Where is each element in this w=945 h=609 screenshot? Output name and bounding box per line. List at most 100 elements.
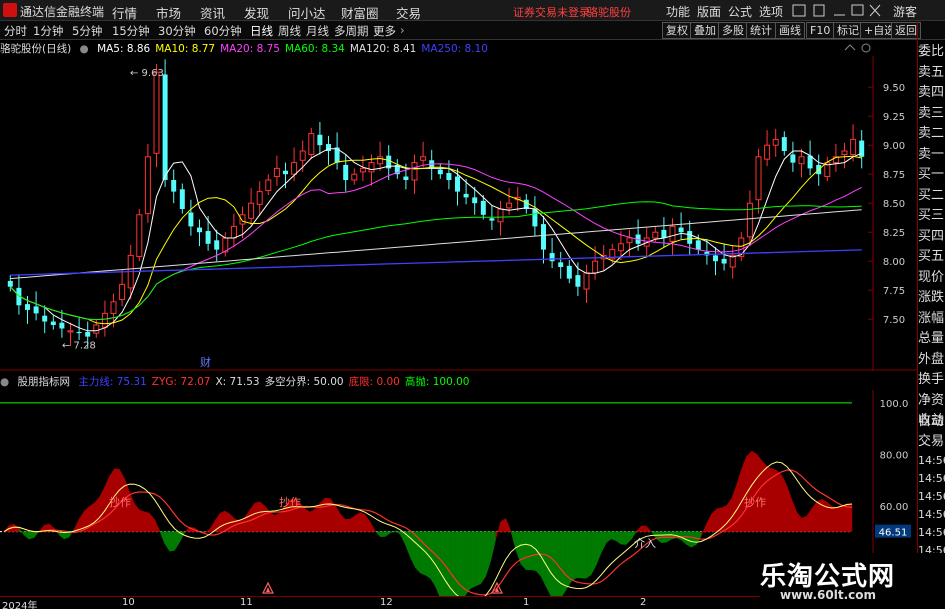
tab-15min[interactable]: 15分钟: [112, 23, 150, 39]
y-tick-label: 8.25: [883, 228, 905, 239]
quote-field-label: 换手: [918, 372, 945, 387]
btn-mark[interactable]: 标记: [833, 22, 863, 39]
oscillator-area: [269, 511, 276, 532]
maximize-icon: [851, 4, 864, 16]
candle-body: [687, 231, 693, 244]
tab-60min[interactable]: 60分钟: [204, 23, 242, 39]
menu-assistant[interactable]: 问小达: [288, 3, 326, 22]
menu-layout[interactable]: 版面: [697, 3, 721, 20]
tab-monthly[interactable]: 月线: [306, 23, 329, 39]
oscillator-area: [751, 450, 757, 532]
btn-adjust[interactable]: 复权: [662, 22, 692, 39]
indicator-settings-icon[interactable]: ●: [0, 376, 9, 388]
menu-function[interactable]: 功能: [666, 3, 690, 20]
more-chevron-icon[interactable]: ›: [400, 23, 405, 37]
candle-body: [291, 162, 298, 175]
candle-body: [50, 321, 56, 325]
settings-icon[interactable]: ●: [80, 43, 89, 55]
candle-body: [566, 265, 572, 279]
candle-body: [179, 189, 185, 209]
candle-body: [359, 167, 366, 173]
oscillator-area: [836, 506, 843, 532]
indicator-legend-item: 高抛: 100.00: [404, 376, 470, 388]
menu-options[interactable]: 选项: [759, 3, 783, 20]
candle-body: [669, 225, 676, 242]
oscillator-area: [756, 453, 762, 532]
oscillator-area: [691, 531, 697, 548]
oscillator-area: [169, 531, 175, 552]
candle-body: [101, 312, 108, 328]
y-tick-label: 8.00: [883, 257, 905, 268]
candle-body: [420, 156, 427, 161]
btn-stats[interactable]: 统计: [746, 22, 776, 39]
menu-quotes[interactable]: 行情: [112, 3, 137, 22]
candle-body: [558, 262, 564, 267]
oscillator-area: [455, 531, 461, 596]
oscillator-area: [610, 531, 617, 542]
menu-wealth[interactable]: 财富圈: [341, 3, 379, 22]
menu-formula[interactable]: 公式: [728, 3, 752, 20]
zoom-icon[interactable]: [860, 42, 874, 54]
candle-body: [764, 144, 771, 160]
y-tick-label: 7.50: [883, 315, 905, 326]
candle-body: [790, 154, 796, 163]
candle-body: [351, 173, 358, 181]
oscillator-area: [319, 497, 326, 532]
btn-f10[interactable]: F10: [806, 22, 835, 39]
tab-5min[interactable]: 5分钟: [72, 23, 102, 39]
login-notice[interactable]: 证券交易未登录: [513, 4, 590, 20]
quote-field-label: 卖四: [918, 85, 945, 100]
quote-field-label: 涨跌: [918, 290, 945, 305]
tab-daily[interactable]: 日线: [250, 23, 273, 39]
ma-legend-item: MA5: 8.86: [97, 43, 151, 55]
candle-body: [549, 253, 555, 262]
menu-trade[interactable]: 交易: [396, 3, 421, 22]
candle-body: [755, 156, 762, 201]
finance-marker: 财: [200, 355, 211, 369]
menu-discover[interactable]: 发现: [244, 3, 269, 22]
candle-body: [248, 202, 255, 219]
guest-button[interactable]: 游客: [893, 3, 917, 20]
indicator-legend-item: 主力线: 75.31: [78, 376, 147, 388]
indicator-legend: ● 股朋指标网 主力线: 75.31 ZYG: 72.07 X: 71.53 多空分界…: [0, 374, 479, 389]
ind-y-tick-label: 60.00: [880, 502, 909, 513]
menu-market[interactable]: 市场: [156, 3, 181, 22]
oscillator-area: [440, 531, 446, 596]
btn-multi-stock[interactable]: 多股: [718, 22, 748, 39]
tab-1min[interactable]: 1分钟: [33, 23, 63, 39]
oscillator-area: [560, 531, 567, 596]
oscillator-area: [354, 512, 361, 532]
candle-body: [171, 180, 177, 192]
menu-news[interactable]: 资讯: [200, 3, 225, 22]
candle-body: [85, 331, 91, 337]
tab-intraday[interactable]: 分时: [4, 23, 27, 39]
candle-body: [265, 179, 272, 191]
oscillator-area: [565, 531, 572, 591]
tab-weekly[interactable]: 周线: [278, 23, 301, 39]
oscillator-area: [525, 531, 532, 571]
trade-label[interactable]: 自动: [918, 412, 945, 432]
ma-legend-item: MA120: 8.41: [349, 43, 417, 55]
oscillator-area: [360, 512, 366, 532]
tab-multi-period[interactable]: 多周期: [334, 23, 369, 39]
tab-more[interactable]: 更多: [373, 23, 396, 39]
candle-body: [33, 306, 39, 314]
candle-body: [67, 330, 74, 333]
btn-overlay[interactable]: 叠加: [690, 22, 720, 39]
candle-body: [455, 176, 460, 192]
tab-30min[interactable]: 30分钟: [158, 23, 196, 39]
quote-field-label: 外盘: [918, 351, 945, 367]
btn-draw[interactable]: 画线: [775, 22, 805, 39]
candle-body: [532, 209, 538, 227]
candle-body: [299, 150, 306, 161]
oscillator-area: [94, 496, 100, 532]
oscillator-area: [274, 512, 281, 532]
price-chart[interactable]: 9.50 9.25 9.00 8.75 8.50 8.25 8.00 7.75 7.50 ← 9.…: [0, 56, 917, 371]
quote-field-label: 净资: [918, 392, 945, 408]
candle-body: [403, 176, 409, 180]
trade-label[interactable]: 交易: [918, 432, 945, 452]
collapse-icon[interactable]: [842, 42, 862, 54]
oscillator-area: [821, 498, 828, 532]
candle-body: [273, 167, 280, 178]
stock-period-label: 骆驼股份(日线): [0, 43, 72, 55]
